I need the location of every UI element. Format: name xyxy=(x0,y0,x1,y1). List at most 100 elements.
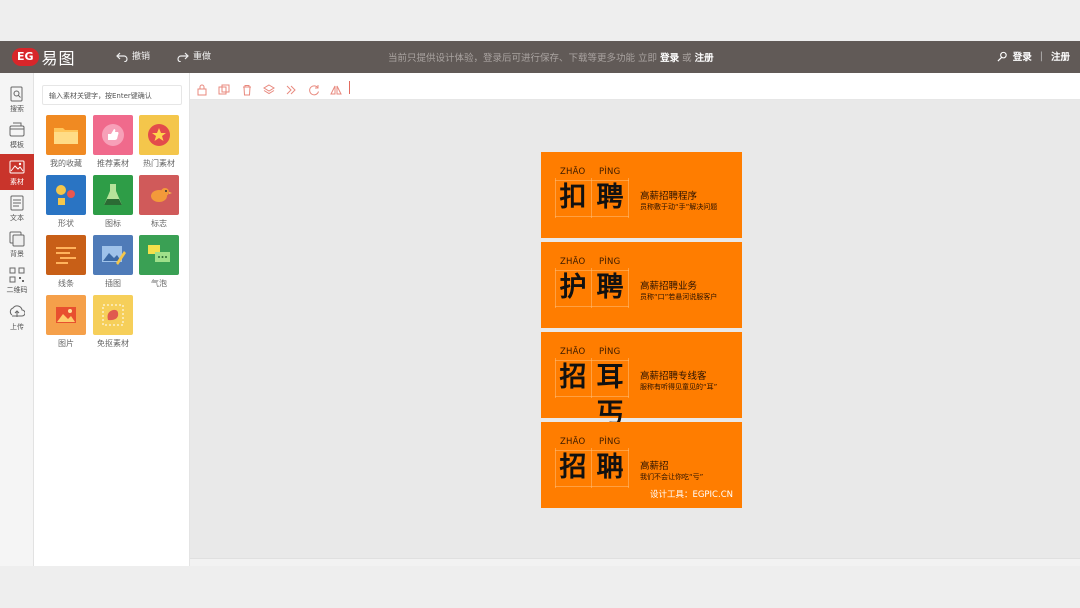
nav-label: 上传 xyxy=(10,323,24,331)
material-label: 线条 xyxy=(58,279,74,288)
nav-item-template[interactable]: 模板 xyxy=(0,117,34,153)
material-panel: 输入素材关键字，按Enter键确认 我的收藏 推荐素材 热门素材 形状 图标 标… xyxy=(34,73,190,566)
char-right: 聘 xyxy=(596,182,624,213)
material-label: 图标 xyxy=(105,219,121,228)
app-logo[interactable]: EG 易图 xyxy=(12,47,76,68)
char-left: 护 xyxy=(559,272,587,303)
toolbar-cursor xyxy=(349,81,350,94)
char-left: 扣 xyxy=(559,182,587,213)
card-subtitle: 员称敷于动“手”解决问题 xyxy=(640,203,718,211)
material-label: 气泡 xyxy=(151,279,167,288)
material-label: 形状 xyxy=(58,219,74,228)
material-label: 图片 xyxy=(58,339,74,348)
top-bar: EG 易图 撤销 重做 当前只提供设计体验，登录后可进行保存、下载等更多功能 立… xyxy=(0,41,1080,73)
pinyin-right: PÌNG xyxy=(599,437,621,447)
guide-line xyxy=(555,306,629,307)
pinyin-left: ZHĀO xyxy=(560,167,586,177)
redo-button[interactable]: 重做 xyxy=(177,49,211,62)
search-placeholder: 输入素材关键字，按Enter键确认 xyxy=(49,92,152,100)
nav-item-text[interactable]: 文本 xyxy=(0,190,34,226)
char-right: 耳丐 xyxy=(596,362,624,429)
left-nav: 搜索 模板 素材 文本 背景 二维码 上传 xyxy=(0,73,34,566)
poster-card[interactable]: ZHĀO PÌNG 招 耳丐 高薪招聘专线客 服称有听得见童见的“耳” xyxy=(541,332,742,429)
status-bar xyxy=(190,558,1080,566)
delete-icon[interactable] xyxy=(241,81,253,96)
logo-text: 易图 xyxy=(41,49,76,68)
upload-icon xyxy=(9,305,25,317)
notice-login-link[interactable]: 登录 xyxy=(660,53,679,64)
guide-line xyxy=(628,268,629,308)
nav-item-upload[interactable]: 上传 xyxy=(0,299,34,335)
page-bottom xyxy=(0,566,1080,608)
pinyin-left: ZHĀO xyxy=(560,257,586,267)
nav-item-background[interactable]: 背景 xyxy=(0,226,34,262)
nav-item-qrcode[interactable]: 二维码 xyxy=(0,262,34,298)
poster-card[interactable]: ZHĀO PÌNG 扣 聘 高薪招聘程序 员称敷于动“手”解决问题 xyxy=(541,152,742,238)
nav-label: 模板 xyxy=(10,141,24,149)
notice-or: 或 xyxy=(682,53,692,64)
char-right: 聃 xyxy=(596,452,624,483)
auth-links: 登录 | 注册 xyxy=(997,49,1070,63)
register-link[interactable]: 注册 xyxy=(1051,49,1070,63)
undo-label: 撤销 xyxy=(132,52,151,62)
undo-button[interactable]: 撤销 xyxy=(116,49,150,62)
search-doc-icon xyxy=(10,86,23,102)
layers-icon[interactable] xyxy=(263,81,275,95)
login-link[interactable]: 登录 xyxy=(1013,49,1032,63)
card-subtitle: 我们不会让你吃“亏” xyxy=(640,473,704,481)
material-label: 我的收藏 xyxy=(50,159,82,168)
flip-icon[interactable] xyxy=(285,81,297,95)
bird-icon xyxy=(139,175,179,215)
nav-label: 搜索 xyxy=(10,105,24,113)
nav-label: 素材 xyxy=(10,178,24,186)
flask-icon xyxy=(93,175,133,215)
material-label: 推荐素材 xyxy=(97,159,129,168)
illustration-icon xyxy=(93,235,133,275)
redo-icon xyxy=(177,52,189,62)
material-item-hot[interactable]: 热门素材 xyxy=(139,115,179,169)
card-subtitle: 服称有听得见童见的“耳” xyxy=(640,383,718,391)
material-item-recommended[interactable]: 推荐素材 xyxy=(93,115,133,169)
notice-text: 当前只提供设计体验，登录后可进行保存、下载等更多功能 立即 xyxy=(388,53,658,64)
guide-line xyxy=(555,216,629,217)
poster-card[interactable]: ZHĀO PÌNG 护 聘 高薪招聘业务 员称“口”若悬河说服客户 xyxy=(541,242,742,328)
material-item-photo[interactable]: 图片 xyxy=(46,295,86,349)
nav-label: 文本 xyxy=(10,214,24,222)
mirror-icon[interactable] xyxy=(330,81,342,95)
material-search-input[interactable]: 输入素材关键字，按Enter键确认 xyxy=(42,85,182,105)
star-icon xyxy=(139,115,179,155)
material-item-favorites[interactable]: 我的收藏 xyxy=(46,115,86,169)
nav-item-search[interactable]: 搜索 xyxy=(0,81,34,117)
photo-icon xyxy=(46,295,86,335)
pinyin-right: PÌNG xyxy=(599,257,621,267)
guide-line xyxy=(628,448,629,488)
nav-label: 背景 xyxy=(10,250,24,258)
material-label: 热门素材 xyxy=(143,159,175,168)
material-item-logo[interactable]: 标志 xyxy=(139,175,179,229)
material-item-lines[interactable]: 线条 xyxy=(46,235,86,289)
material-item-cutout[interactable]: 免抠素材 xyxy=(93,295,133,349)
speech-bubble-icon xyxy=(139,235,179,275)
text-icon xyxy=(10,195,24,211)
rotate-icon[interactable] xyxy=(308,81,320,96)
material-label: 标志 xyxy=(151,219,167,228)
pinyin-left: ZHĀO xyxy=(560,347,586,357)
card-credit: 设计工具：EGPIC.CN xyxy=(649,490,733,500)
material-item-bubble[interactable]: 气泡 xyxy=(139,235,179,289)
guide-line xyxy=(555,486,629,487)
card-subtitle: 员称“口”若悬河说服客户 xyxy=(640,293,718,301)
card-title: 高薪招聘程序 xyxy=(640,191,698,202)
duplicate-icon[interactable] xyxy=(218,81,230,95)
notice-register-link[interactable]: 注册 xyxy=(695,53,714,64)
nav-item-material[interactable]: 素材 xyxy=(0,154,34,190)
shapes-icon xyxy=(46,175,86,215)
material-item-icons[interactable]: 图标 xyxy=(93,175,133,229)
lock-icon[interactable] xyxy=(196,81,208,96)
template-icon xyxy=(9,122,25,137)
pinyin-right: PÌNG xyxy=(599,167,621,177)
background-icon xyxy=(9,231,25,247)
user-icon xyxy=(997,51,1007,62)
poster-card[interactable]: ZHĀO PÌNG 招 聃 高薪招 我们不会让你吃“亏” 设计工具：EGPIC.… xyxy=(541,422,742,508)
material-item-illustration[interactable]: 插图 xyxy=(93,235,133,289)
material-item-shapes[interactable]: 形状 xyxy=(46,175,86,229)
